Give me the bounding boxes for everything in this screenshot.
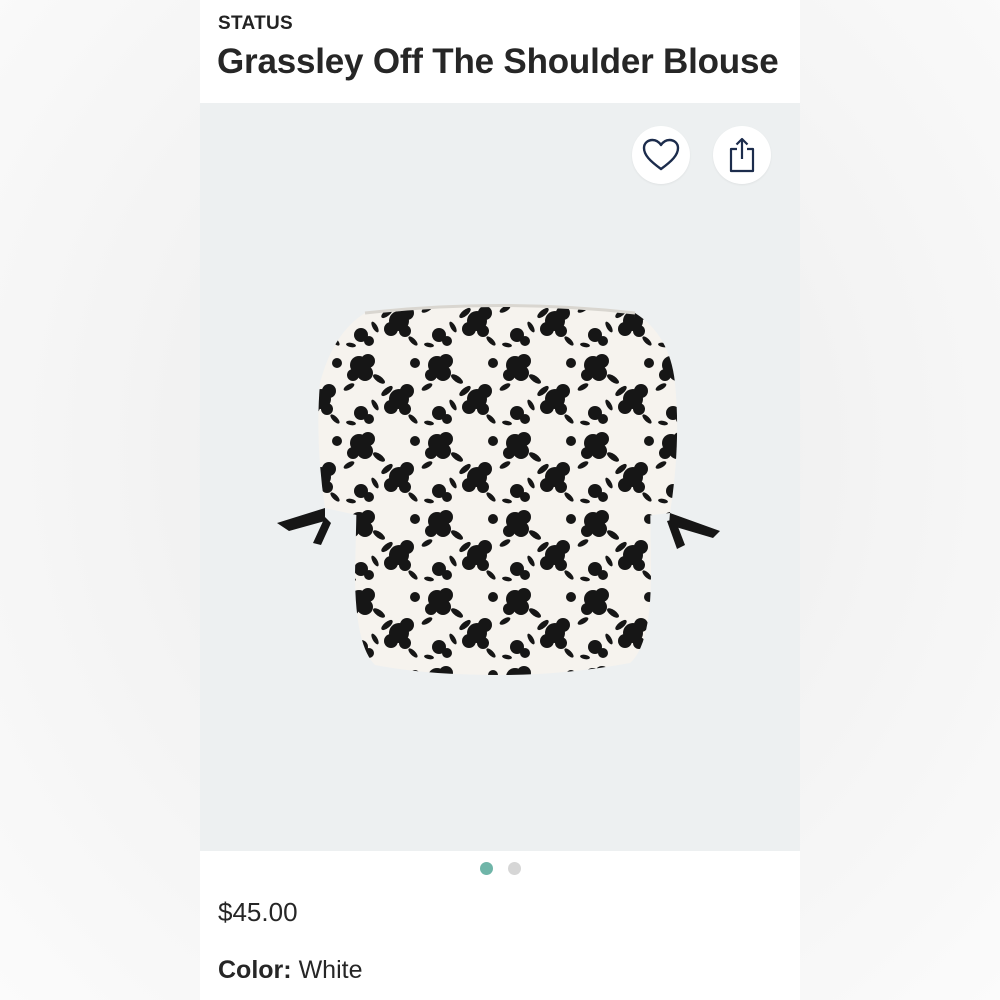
blouse-image bbox=[277, 304, 720, 675]
brand-name[interactable]: STATUS bbox=[218, 13, 293, 35]
heart-icon bbox=[642, 138, 680, 171]
share-icon bbox=[729, 137, 755, 173]
color-value: White bbox=[298, 956, 363, 984]
product-image-carousel[interactable] bbox=[200, 103, 800, 851]
product-price: $45.00 bbox=[218, 897, 298, 927]
color-selection: Color: White bbox=[218, 956, 362, 985]
carousel-pagination bbox=[200, 862, 800, 880]
favorite-button[interactable] bbox=[632, 126, 690, 184]
product-panel: STATUS Grassley Off The Shoulder Blouse bbox=[200, 0, 800, 1000]
product-title: Grassley Off The Shoulder Blouse bbox=[217, 42, 779, 81]
share-button[interactable] bbox=[713, 126, 771, 184]
color-label: Color: bbox=[218, 956, 292, 984]
carousel-dot-1[interactable] bbox=[479, 862, 493, 875]
product-header: STATUS Grassley Off The Shoulder Blouse bbox=[200, 0, 800, 103]
carousel-dot-2[interactable] bbox=[507, 862, 521, 875]
